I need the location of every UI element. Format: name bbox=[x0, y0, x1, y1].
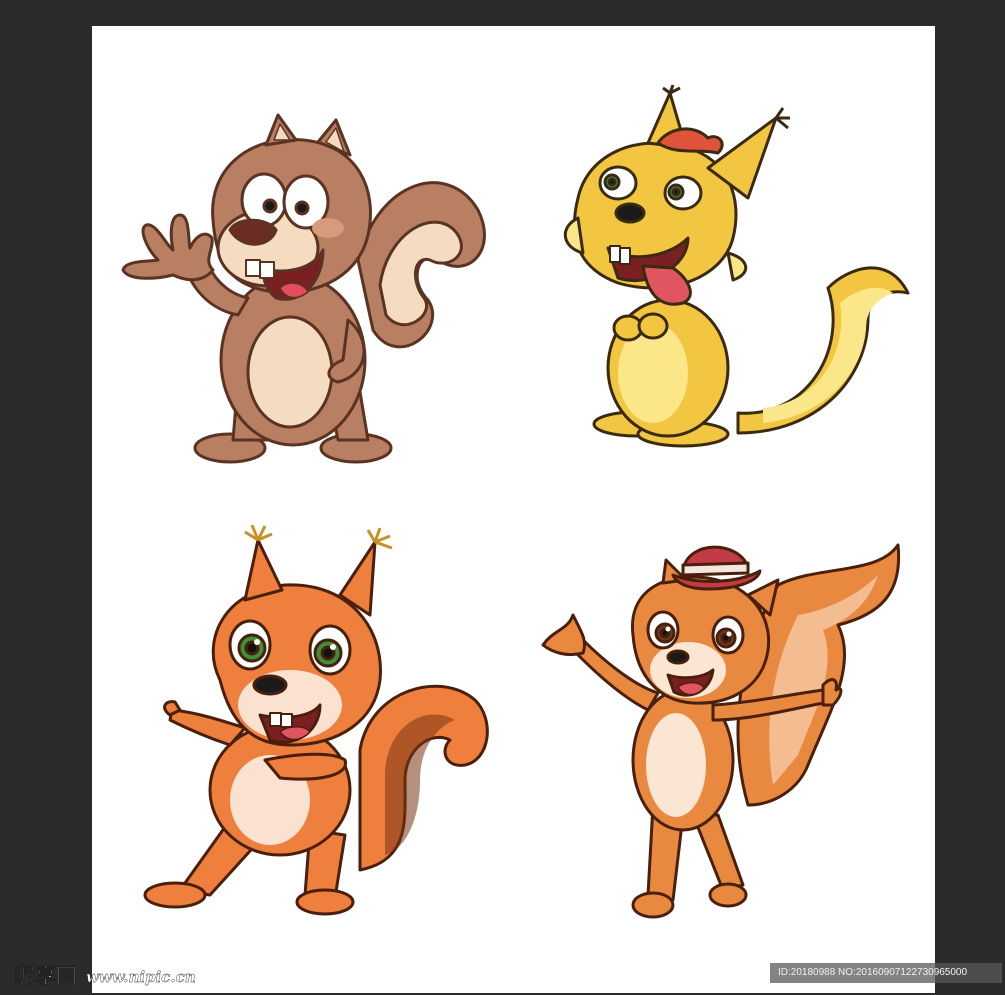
orange-hat-squirrel-svg bbox=[541, 543, 901, 919]
brown-squirrel-illustration bbox=[118, 110, 488, 470]
orange-hat-squirrel-illustration bbox=[538, 535, 908, 925]
svg-text:www.nipic.cn: www.nipic.cn bbox=[86, 968, 196, 986]
nipic-logo-svg: 昵享网 www.nipic.cn bbox=[14, 964, 196, 989]
orange-dancing-squirrel-illustration bbox=[140, 520, 500, 920]
yellow-squirrel-illustration bbox=[548, 84, 913, 453]
svg-text:昵享网: 昵享网 bbox=[14, 964, 77, 988]
image-id-label: ID:20180988 NO:20160907122730965000 bbox=[770, 963, 1002, 983]
yellow-squirrel-svg bbox=[564, 84, 910, 448]
nipic-watermark-logo: 昵享网 www.nipic.cn bbox=[14, 960, 214, 990]
orange-dancing-squirrel-svg bbox=[143, 524, 489, 916]
brown-squirrel-svg bbox=[121, 113, 486, 464]
